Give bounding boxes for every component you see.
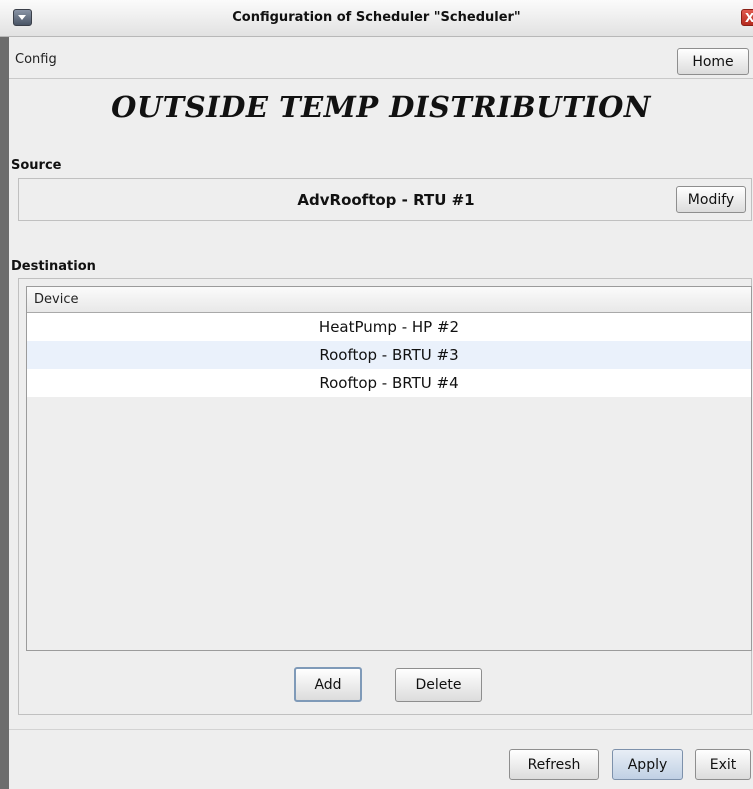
destination-panel: Device HeatPump - HP #2 Rooftop - BRTU #…	[18, 278, 752, 715]
exit-button[interactable]: Exit	[695, 749, 751, 780]
add-button[interactable]: Add	[294, 667, 362, 702]
home-button[interactable]: Home	[677, 48, 749, 75]
modify-button[interactable]: Modify	[676, 186, 746, 213]
destination-table[interactable]: Device HeatPump - HP #2 Rooftop - BRTU #…	[26, 286, 752, 651]
source-device-name: AdvRooftop - RTU #1	[297, 191, 475, 209]
column-header-device[interactable]: Device	[34, 292, 78, 307]
table-header: Device	[27, 287, 751, 313]
refresh-button[interactable]: Refresh	[509, 749, 599, 780]
source-panel: AdvRooftop - RTU #1	[18, 178, 752, 221]
table-row[interactable]: HeatPump - HP #2	[27, 313, 751, 341]
close-icon[interactable]: X	[741, 9, 753, 26]
table-row[interactable]: Rooftop - BRTU #4	[27, 369, 751, 397]
title-bar: Configuration of Scheduler "Scheduler" X	[0, 0, 753, 37]
page-title: OUTSIDE TEMP DISTRIBUTION	[111, 90, 651, 124]
footer-divider	[9, 729, 753, 730]
window-title: Configuration of Scheduler "Scheduler"	[232, 10, 521, 25]
apply-button[interactable]: Apply	[612, 749, 683, 780]
destination-label: Destination	[11, 259, 96, 274]
delete-button[interactable]: Delete	[395, 668, 482, 702]
table-row[interactable]: Rooftop - BRTU #3	[27, 341, 751, 369]
source-label: Source	[11, 158, 62, 173]
dialog-content: Config Home OUTSIDE TEMP DISTRIBUTION So…	[9, 37, 753, 789]
menu-config[interactable]: Config	[15, 52, 57, 67]
menu-divider	[9, 78, 753, 79]
menu-bar: Config	[9, 47, 753, 71]
